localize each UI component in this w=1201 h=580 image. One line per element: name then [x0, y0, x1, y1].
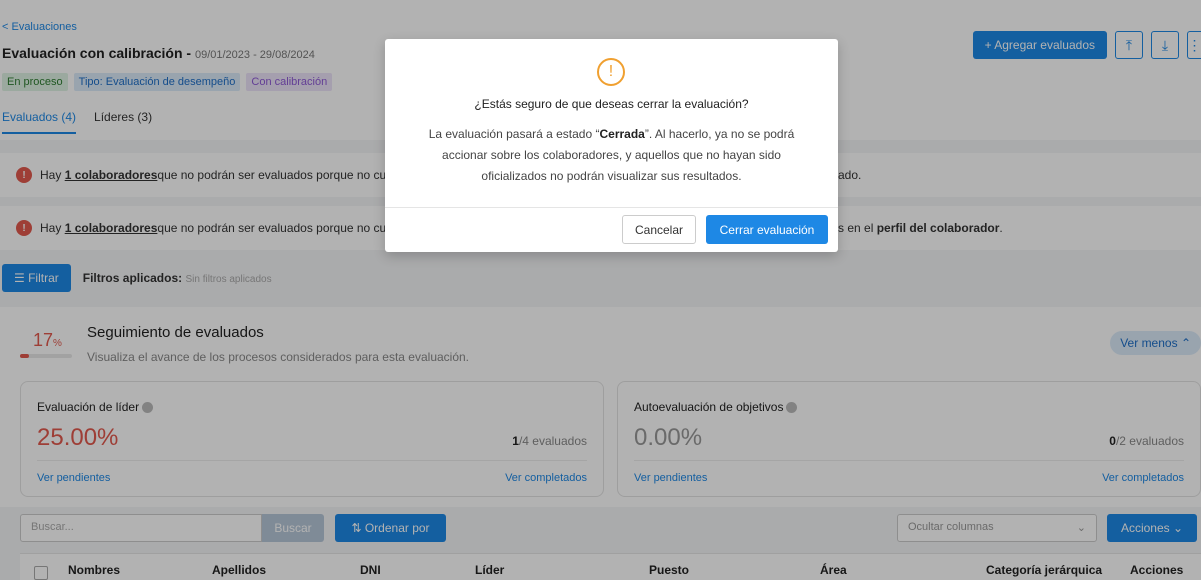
close-evaluation-button[interactable]: Cerrar evaluación	[706, 215, 828, 244]
modal-body: La evaluación pasará a estado “Cerrada”.…	[415, 124, 808, 187]
modal-body-pre: La evaluación pasará a estado “	[428, 127, 600, 141]
warning-icon: !	[597, 58, 625, 86]
modal-body-bold: Cerrada	[599, 127, 645, 141]
modal-title: ¿Estás seguro de que deseas cerrar la ev…	[474, 97, 749, 111]
modal-divider	[385, 207, 838, 208]
cancel-button[interactable]: Cancelar	[622, 215, 696, 244]
confirm-modal: ! ¿Estás seguro de que deseas cerrar la …	[385, 39, 838, 252]
